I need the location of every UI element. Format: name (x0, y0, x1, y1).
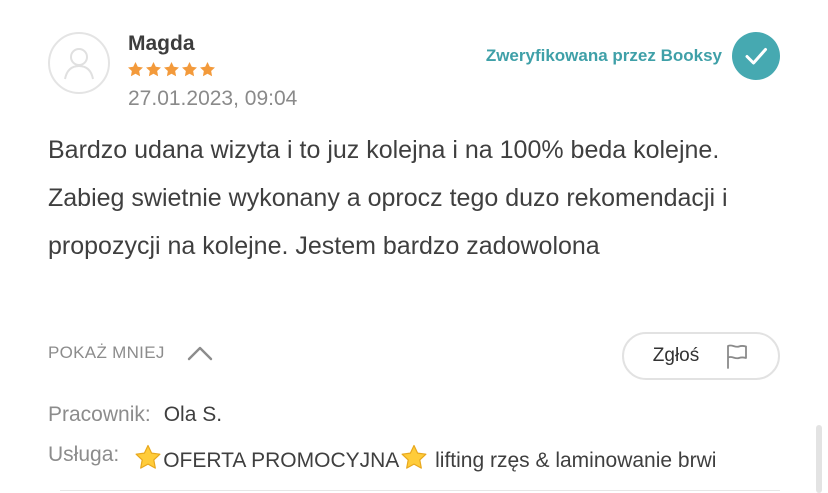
review-author: Magda (128, 32, 195, 55)
service-row: Usługa: OFERTA PROMOCYJNA lifting rzęs &… (48, 443, 760, 473)
star-icon (200, 62, 215, 77)
star-icon (182, 62, 197, 77)
star-icon (164, 62, 179, 77)
star-icon (146, 62, 161, 77)
show-less-label: POKAŻ MNIEJ (48, 343, 165, 362)
verified-label: Zweryfikowana przez Booksy (485, 46, 722, 65)
report-label: Zgłoś (652, 345, 700, 366)
verified-badge: Zweryfikowana przez Booksy (486, 32, 780, 80)
user-avatar-icon (48, 32, 110, 94)
rating-stars (127, 61, 216, 78)
service-label: Usługa: (48, 443, 120, 466)
report-button[interactable]: Zgłoś (622, 332, 780, 380)
star-emoji-icon (135, 444, 161, 469)
scrollbar[interactable] (816, 425, 822, 493)
service-value: OFERTA PROMOCYJNA lifting rzęs & laminow… (133, 443, 716, 473)
employee-row: Pracownik: Ola S. (48, 403, 222, 427)
review-text: Bardzo udana wizyta i to juz kolejna i n… (48, 136, 728, 260)
employee-label: Pracownik: (48, 403, 151, 426)
flag-icon (727, 344, 748, 369)
review-date: 27.01.2023, 09:04 (128, 87, 298, 110)
employee-value: Ola S. (163, 403, 223, 426)
star-icon (128, 62, 143, 77)
divider (60, 490, 780, 491)
star-emoji-icon (401, 444, 427, 469)
checkmark-icon (732, 32, 780, 80)
chevron-up-icon (187, 346, 212, 361)
service-name-part1: OFERTA PROMOCYJNA (163, 449, 400, 472)
service-name-part2: lifting rzęs & laminowanie brwi (429, 449, 717, 472)
show-less-toggle[interactable]: POKAŻ MNIEJ (48, 343, 213, 363)
